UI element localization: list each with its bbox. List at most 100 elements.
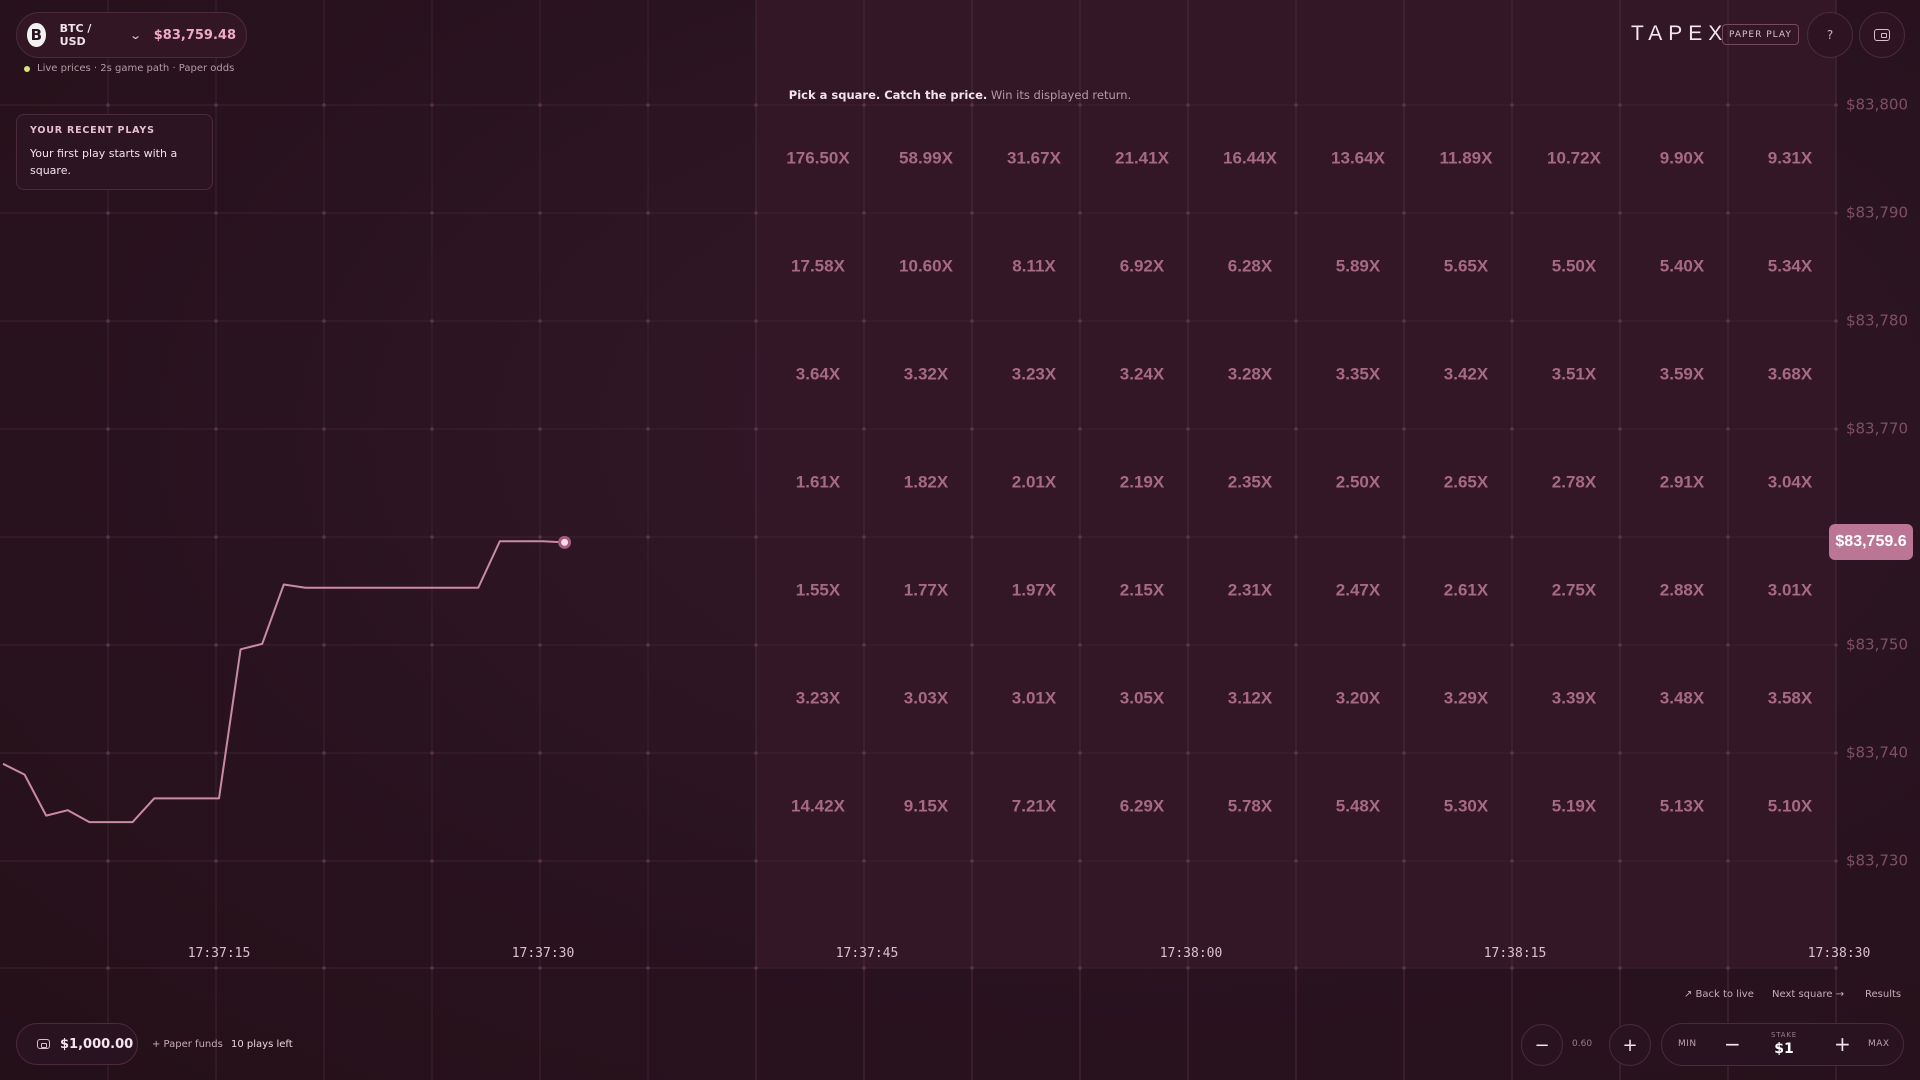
grid-dot [214,859,218,863]
stake-control: MIN − STAKE $1 + MAX [1661,1023,1904,1066]
grid-dot [214,427,218,431]
grid-dot [1618,966,1622,970]
grid-dot [538,211,542,215]
game-board[interactable]: 176.50X 58.99X 31.67X 21.41X 16.44X 13.64X 11.… [0,0,1920,1080]
balance-pill[interactable]: $1,000.00 [16,1023,138,1065]
grid-dot [106,535,110,539]
multiplier-label: 8.11X [1012,256,1056,275]
stake-decrease-button[interactable]: − [1724,1032,1741,1056]
results-link[interactable]: Results [1865,989,1901,1000]
zoom-out-button[interactable]: − [1521,1024,1563,1066]
grid-dot [322,427,326,431]
multiplier-label: 17.58X [791,256,846,275]
multiplier-label: 9.15X [904,796,949,815]
grid-dot [538,643,542,647]
multiplier-label: 21.41X [1115,148,1170,167]
grid-dot [1510,966,1514,970]
plays-left-text: 10 plays left [231,1039,293,1050]
multiplier-label: 5.89X [1336,256,1381,275]
grid-dot [1834,966,1838,970]
multiplier-label: 5.40X [1660,256,1705,275]
multiplier-label: 3.01X [1012,688,1057,707]
grid-dot [322,751,326,755]
multiplier-label: 3.59X [1660,364,1705,383]
live-status: Live prices · 2s game path · Paper odds [24,63,234,74]
multiplier-label: 2.88X [1660,580,1705,599]
grid-dot [538,966,542,970]
live-status-dot-icon [24,65,30,72]
next-square-link[interactable]: Next square → [1772,989,1844,1000]
grid-dot [214,966,218,970]
multiplier-label: 3.20X [1336,688,1381,707]
grid-dot [430,966,434,970]
help-button[interactable]: ? [1807,12,1853,58]
stake-min-button[interactable]: MIN [1678,1039,1697,1049]
minus-icon: − [1534,1034,1550,1056]
current-price-marker [558,535,572,549]
multiplier-label: 2.61X [1444,580,1489,599]
grid-dot [646,966,650,970]
grid-dot [646,535,650,539]
grid-dot [106,859,110,863]
instruction-text: Pick a square. Catch the price. Win its … [0,88,1920,102]
multiplier-label: 11.89X [1440,148,1494,167]
stake-label: STAKE [1771,1031,1797,1039]
add-paper-funds-link[interactable]: + Paper funds [152,1039,223,1050]
wallet-icon [37,1039,50,1049]
multiplier-label: 2.19X [1120,472,1165,491]
stake-increase-button[interactable]: + [1834,1032,1851,1056]
time-axis-label: 17:38:30 [1808,946,1871,961]
grid-dot [538,751,542,755]
grid-dot [862,966,866,970]
multiplier-label: 14.42X [791,796,846,815]
grid-dot [214,103,218,107]
grid-dot [646,319,650,323]
recent-plays-title: YOUR RECENT PLAYS [30,125,155,136]
price-grid-chart[interactable]: 176.50X 58.99X 31.67X 21.41X 16.44X 13.64X 11.… [0,0,1920,1080]
wallet-button[interactable] [1859,12,1905,58]
zoom-in-button[interactable]: + [1609,1024,1651,1066]
price-axis-label: $83,770 [1846,420,1908,438]
multiplier-label: 6.92X [1120,256,1165,275]
grid-dot [430,427,434,431]
grid-dot [646,427,650,431]
multiplier-label: 2.91X [1660,472,1705,491]
multiplier-label: 2.75X [1552,580,1597,599]
multiplier-label: 2.78X [1552,472,1597,491]
stake-max-button[interactable]: MAX [1868,1039,1890,1049]
brand-logo: TAPEX [1631,22,1729,45]
grid-dot [538,535,542,539]
instruction-bold: Pick a square. Catch the price. [788,88,988,102]
multiplier-label: 2.35X [1228,472,1273,491]
price-axis-label: $83,740 [1846,744,1908,762]
grid-dot [538,859,542,863]
grid-dot [214,535,218,539]
balance-amount: $1,000.00 [60,1036,134,1052]
multiplier-label: 3.24X [1120,364,1165,383]
plus-icon: + [1622,1034,1638,1056]
multiplier-label: 1.55X [796,580,841,599]
grid-dot [1186,966,1190,970]
recent-plays-card: YOUR RECENT PLAYS Your first play starts… [16,114,213,190]
zoom-value: 0.60 [1572,1039,1593,1049]
multiplier-label: 9.90X [1660,148,1705,167]
grid-dot [430,103,434,107]
chevron-down-icon[interactable]: ⌄ [129,29,142,42]
multiplier-label: 5.13X [1660,796,1705,815]
multiplier-label: 3.12X [1228,688,1273,707]
bitcoin-icon: B [27,23,46,47]
grid-dot [106,751,110,755]
multiplier-label: 2.01X [1012,472,1057,491]
multiplier-label: 1.97X [1012,580,1057,599]
back-to-live-link[interactable]: ↗ Back to live [1684,989,1754,1000]
multiplier-label: 3.35X [1336,364,1381,383]
grid-dot [106,103,110,107]
multiplier-label: 3.04X [1768,472,1813,491]
multiplier-label: 3.23X [796,688,841,707]
price-axis-label: $83,750 [1846,636,1908,654]
grid-dot [430,319,434,323]
price-axis-label: $83,780 [1846,312,1908,330]
multiplier-label: 2.15X [1120,580,1165,599]
grid-dot [322,211,326,215]
pair-selector[interactable]: B BTC / USD ⌄ $83,759.48 [16,12,247,58]
